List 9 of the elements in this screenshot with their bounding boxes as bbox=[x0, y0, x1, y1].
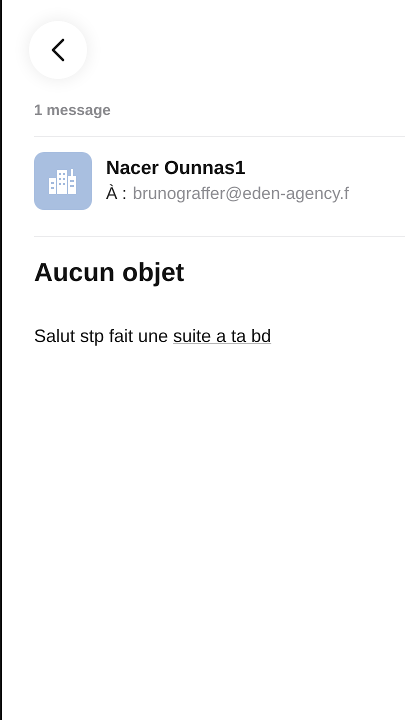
body-link[interactable]: suite a ta bd bbox=[173, 326, 272, 346]
sender-name: Nacer Ounnas1 bbox=[106, 158, 246, 180]
subject-heading: Aucun objet bbox=[34, 257, 186, 288]
message-body: Salut stp fait une suite a ta bd bbox=[34, 326, 272, 347]
message-count: 1 message bbox=[34, 102, 112, 121]
buildings-icon bbox=[48, 168, 78, 194]
back-icon bbox=[51, 38, 65, 62]
recipient-label: À : bbox=[106, 184, 127, 204]
recipient-address: brunograffer@eden-agency.f bbox=[132, 184, 349, 204]
